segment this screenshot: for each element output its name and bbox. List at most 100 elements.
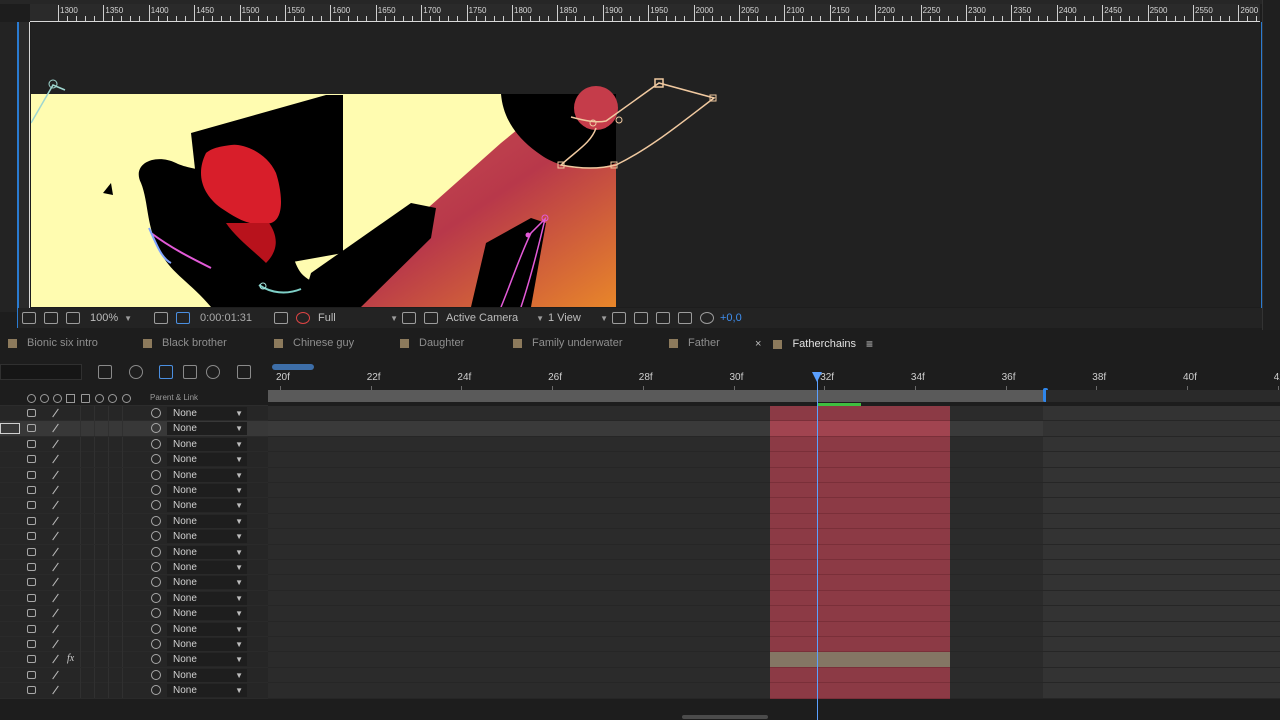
pick-whip-icon[interactable] [151,623,161,634]
pick-whip-icon[interactable] [151,485,161,495]
switch-cell[interactable] [94,483,106,498]
tab-chinese-guy[interactable]: Chinese guy [274,337,354,349]
switch-cell[interactable] [80,652,92,668]
switch-cell[interactable] [108,483,120,498]
switch-cell[interactable] [80,637,92,652]
pick-whip-icon[interactable] [151,531,161,542]
switch-cell[interactable] [94,590,106,606]
tab-bionic-six-intro[interactable]: Bionic six intro [8,337,98,349]
parent-dropdown[interactable]: None ▼ [167,684,247,698]
layer-row[interactable]: None ▼ [0,575,268,591]
switch-cell[interactable] [122,498,134,514]
pick-whip-icon[interactable] [151,423,161,434]
tab-daughter[interactable]: Daughter [400,337,464,349]
layer-duration-bar[interactable] [770,621,950,637]
resolution-dropdown[interactable]: Full ▼ [318,308,398,328]
layer-row[interactable]: None ▼ [0,513,268,530]
switch-cell[interactable] [80,421,92,437]
layer-row[interactable]: None ▼ [0,606,268,622]
layer-track[interactable] [268,590,1280,607]
layer-duration-bar[interactable] [770,406,950,422]
fx-icon[interactable]: fx [67,653,74,664]
switch-cell[interactable] [80,483,92,498]
switch-cell[interactable] [122,560,134,575]
switch-cell[interactable] [94,421,106,437]
pick-whip-icon[interactable] [151,608,161,619]
timeline-scrollbar[interactable] [682,715,768,719]
adjustment-layer-icon[interactable] [108,394,117,403]
lock-icon[interactable] [27,486,36,494]
quality-switch-icon[interactable] [52,655,59,664]
lock-icon[interactable] [27,516,36,525]
lock-icon[interactable] [27,424,36,433]
parent-dropdown[interactable]: None ▼ [167,530,247,544]
layer-row[interactable]: None ▼ [0,590,268,607]
switch-cell[interactable] [108,575,120,591]
layer-duration-bar[interactable] [770,606,950,622]
lock-icon[interactable] [27,609,36,618]
rgb-channel-icon[interactable] [296,312,310,324]
switch-cell[interactable] [108,606,120,622]
switch-cell[interactable] [94,544,106,560]
layer-duration-bar[interactable] [770,421,950,437]
switch-cell[interactable] [94,560,106,575]
switch-cell[interactable] [122,544,134,560]
parent-dropdown[interactable]: None ▼ [167,453,247,467]
draft-3d-icon[interactable] [129,365,143,379]
parent-dropdown[interactable]: None ▼ [167,484,247,497]
zoom-dropdown[interactable]: 100% ▼ [90,308,150,328]
view-layout-dropdown[interactable]: 1 View ▼ [548,308,608,328]
switch-cell[interactable] [94,467,106,483]
layer-track[interactable] [268,652,1280,668]
layer-track[interactable] [268,575,1280,591]
switch-cell[interactable] [108,452,120,468]
layer-row[interactable]: None ▼ [0,621,268,637]
switch-cell[interactable] [122,421,134,437]
lock-icon[interactable] [27,532,36,541]
time-ruler[interactable]: 20f 22f 24f 26f 28f 30f 32f 34f 36f 38f 40f 42 [268,360,1280,396]
quality-switch-icon[interactable] [52,408,59,418]
layer-track[interactable] [268,667,1280,684]
flowchart-icon[interactable] [678,312,692,324]
switch-cell[interactable] [94,606,106,622]
composition-viewer[interactable] [31,23,1260,307]
switch-cell[interactable] [94,436,106,452]
switch-cell[interactable] [108,498,120,514]
solo-icon[interactable] [40,394,49,403]
layer-search-input[interactable] [0,364,82,380]
layer-row[interactable]: None ▼ [0,637,268,653]
switch-cell[interactable] [122,513,134,529]
layer-duration-bar[interactable] [770,683,950,699]
switch-cell[interactable] [108,436,120,452]
pick-whip-icon[interactable] [151,654,161,665]
quality-switch-icon[interactable] [52,670,59,680]
current-time-indicator-head[interactable] [812,372,822,382]
quality-switch-icon[interactable] [52,624,59,633]
quality-switch-icon[interactable] [52,578,59,587]
tab-father[interactable]: Father [669,337,720,349]
layer-row[interactable]: None ▼ [0,560,268,576]
comp-flowchart-icon[interactable] [98,365,112,379]
switch-cell[interactable] [108,560,120,575]
layer-duration-bar[interactable] [770,452,950,468]
parent-dropdown[interactable]: None ▼ [167,561,247,574]
pick-whip-icon[interactable] [151,546,161,557]
switch-cell[interactable] [80,575,92,591]
switch-cell[interactable] [122,575,134,591]
tab-black-brother[interactable]: Black brother [143,337,227,349]
layer-duration-bar[interactable] [770,575,950,591]
layer-track[interactable] [268,637,1280,653]
layer-track[interactable] [268,606,1280,622]
lock-icon[interactable] [27,501,36,510]
switch-cell[interactable] [108,544,120,560]
toggle-mask-icon[interactable] [424,312,438,324]
monitor-icon[interactable] [44,312,58,324]
layer-duration-bar[interactable] [770,498,950,514]
switch-cell[interactable] [94,652,106,668]
switch-cell[interactable] [94,452,106,468]
switch-cell[interactable] [108,667,120,683]
layer-row[interactable]: None ▼ [0,544,268,560]
switch-cell[interactable] [94,621,106,637]
quality-switch-icon[interactable] [52,424,59,433]
label-color-box[interactable] [0,423,20,435]
